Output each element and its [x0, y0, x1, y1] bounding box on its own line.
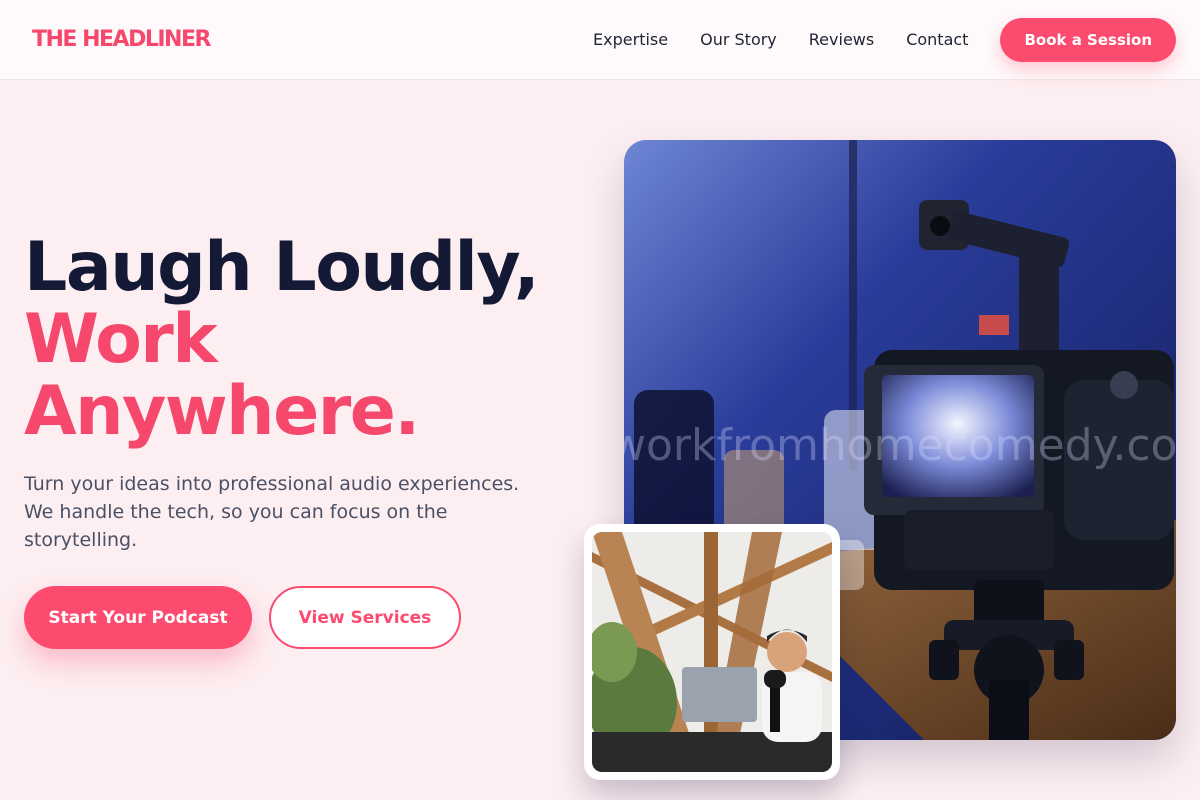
hero-title-line-3: Anywhere.: [24, 372, 420, 451]
nav-link-our-story[interactable]: Our Story: [700, 30, 777, 49]
book-session-button[interactable]: Book a Session: [1000, 17, 1176, 62]
podcaster-photo-illustration: [592, 532, 832, 772]
hero-title-line-2: Work: [24, 300, 218, 379]
photo-watermark: workfromhomecomedy.com: [624, 420, 1176, 471]
nav-link-expertise[interactable]: Expertise: [593, 30, 668, 49]
nav-link-reviews[interactable]: Reviews: [809, 30, 874, 49]
hero-description: Turn your ideas into professional audio …: [24, 473, 520, 551]
view-services-button[interactable]: View Services: [269, 586, 461, 649]
nav-link-contact[interactable]: Contact: [906, 30, 968, 49]
hero-title-line-1: Laugh Loudly,: [24, 228, 540, 307]
brand-logo[interactable]: THE HEADLINER: [32, 27, 211, 52]
main-nav: Expertise Our Story Reviews Contact Book…: [593, 17, 1176, 62]
hero-title: Laugh Loudly, Work Anywhere.: [24, 232, 584, 448]
top-navbar: THE HEADLINER Expertise Our Story Review…: [0, 0, 1200, 80]
start-podcast-button[interactable]: Start Your Podcast: [24, 586, 252, 649]
inset-photo-frame: [592, 532, 832, 772]
hero-inset-photo: [584, 524, 840, 780]
